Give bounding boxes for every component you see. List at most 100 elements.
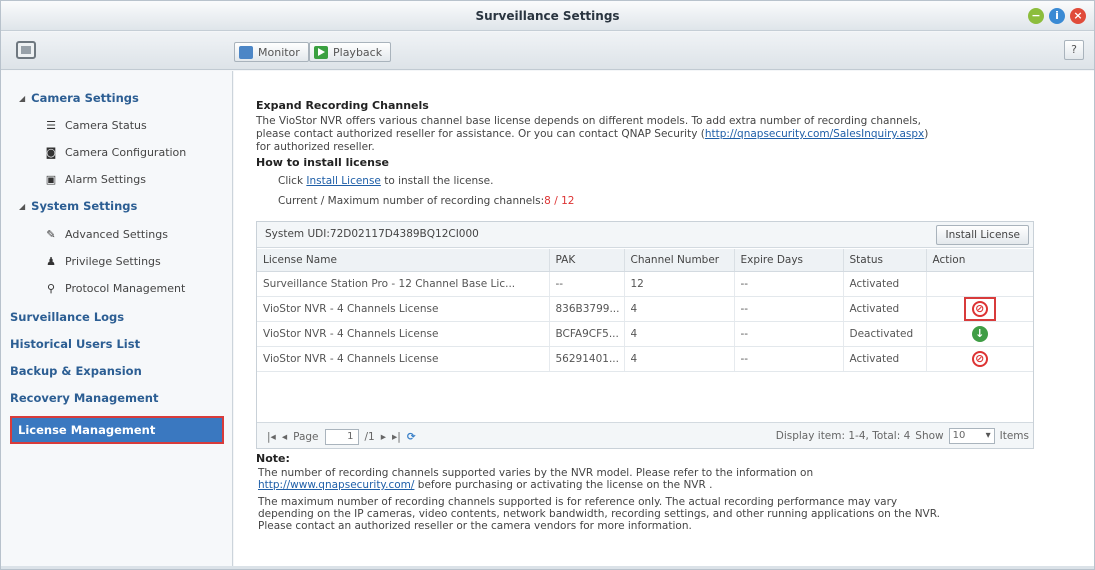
list-icon: ☰ [46, 118, 56, 132]
note-1-suffix: before purchasing or activating the lice… [414, 479, 713, 491]
note-2-line-3: Please contact an authorized reseller or… [258, 520, 692, 532]
pager-right: Display item: 1-4, Total: 4 Show 10 Item… [776, 428, 1029, 444]
action-cell: ↓ [926, 321, 1033, 347]
license-name-cell: VioStor NVR - 4 Channels License [257, 296, 550, 322]
intro-line-3: for authorized reseller. [256, 141, 375, 153]
sidebar-group-label: Camera Settings [31, 91, 139, 105]
column-pak[interactable]: PAK [549, 249, 625, 272]
table-row[interactable]: Surveillance Station Pro - 12 Channel Ba… [257, 271, 1033, 297]
sidebar-item-label: Privilege Settings [65, 255, 161, 268]
first-page-icon[interactable]: |◂ [267, 431, 276, 443]
intro-suffix: ) [924, 128, 929, 140]
minimize-icon[interactable]: − [1028, 8, 1044, 24]
pak-cell: BCFA9CF5... [549, 321, 625, 347]
column-status[interactable]: Status [843, 249, 927, 272]
intro-prefix: please contact authorized reseller for a… [256, 128, 705, 140]
column-expire-days[interactable]: Expire Days [734, 249, 844, 272]
intro-line-1: The VioStor NVR offers various channel b… [256, 115, 921, 127]
title-bar: Surveillance Settings − i × [1, 1, 1094, 31]
info-icon[interactable]: i [1049, 8, 1065, 24]
status-cell: Activated [843, 346, 927, 372]
action-highlight: ⊘ [963, 296, 996, 320]
channel-cell: 4 [624, 296, 735, 322]
show-label: Show [915, 430, 944, 442]
sidebar: ◢ Camera Settings ☰ Camera Status ◙ Came… [1, 71, 233, 569]
license-name-cell: VioStor NVR - 4 Channels License [257, 346, 550, 372]
alarm-icon: ▣ [45, 172, 57, 186]
refresh-icon[interactable]: ⟳ [407, 431, 416, 443]
status-cell: Activated [843, 296, 927, 322]
next-page-icon[interactable]: ▸ [381, 431, 386, 443]
sidebar-item-historical-users[interactable]: Historical Users List [10, 337, 140, 351]
sidebar-item-alarm-settings[interactable]: ▣ Alarm Settings [45, 173, 146, 186]
playback-label: Playback [333, 45, 383, 59]
pak-cell: 836B3799... [549, 296, 625, 322]
expand-heading: Expand Recording Channels [256, 99, 429, 112]
note-2-line-1: The maximum number of recording channels… [258, 496, 898, 508]
pagination-bar: |◂ ◂ Page 1 /1 ▸ ▸| ⟳ Display item: 1-4,… [257, 422, 1033, 448]
toolbar: Monitor Playback ? [1, 32, 1094, 70]
items-label: Items [999, 430, 1029, 442]
bottom-border [1, 566, 1094, 569]
page-total: /1 [364, 431, 375, 443]
page-label: Page [293, 431, 319, 443]
sidebar-item-protocol-management[interactable]: ⚲ Protocol Management [45, 282, 185, 295]
pak-cell: -- [549, 271, 625, 297]
current-channels: 8 [544, 195, 551, 207]
close-icon[interactable]: × [1070, 8, 1086, 24]
sidebar-item-privilege-settings[interactable]: ♟ Privilege Settings [45, 255, 161, 268]
install-license-button[interactable]: Install License [936, 225, 1029, 245]
action-cell: ⊘ [926, 296, 1033, 322]
sidebar-group-system-settings[interactable]: ◢ System Settings [19, 199, 137, 213]
table-row[interactable]: VioStor NVR - 4 Channels License BCFA9CF… [257, 321, 1033, 347]
sidebar-group-camera-settings[interactable]: ◢ Camera Settings [19, 91, 139, 105]
activate-icon[interactable]: ↓ [971, 325, 988, 342]
table-row[interactable]: VioStor NVR - 4 Channels License 5629140… [257, 346, 1033, 372]
surveillance-settings-window: Surveillance Settings − i × Monitor Play… [0, 0, 1095, 570]
window-title: Surveillance Settings [475, 9, 620, 23]
column-action[interactable]: Action [926, 249, 1033, 272]
last-page-icon[interactable]: ▸| [392, 431, 401, 443]
sidebar-item-camera-status[interactable]: ☰ Camera Status [45, 119, 147, 132]
sidebar-item-license-management[interactable]: License Management [10, 416, 224, 444]
column-channel-number[interactable]: Channel Number [624, 249, 735, 272]
column-license-name[interactable]: License Name [257, 249, 550, 272]
install-license-link[interactable]: Install License [306, 175, 381, 187]
license-name-cell: VioStor NVR - 4 Channels License [257, 321, 550, 347]
sidebar-item-label: Protocol Management [65, 282, 186, 295]
menu-toggle-icon[interactable] [16, 41, 36, 59]
playback-icon [314, 45, 328, 59]
max-channels: 12 [561, 195, 575, 207]
window-controls: − i × [1028, 8, 1086, 24]
help-button[interactable]: ? [1064, 40, 1084, 60]
sidebar-item-backup-expansion[interactable]: Backup & Expansion [10, 364, 142, 378]
prev-page-icon[interactable]: ◂ [282, 431, 287, 443]
qnap-security-link[interactable]: http://www.qnapsecurity.com/ [258, 479, 414, 491]
note-2-line-2: depending on the IP cameras, video conte… [258, 508, 940, 520]
sidebar-item-camera-configuration[interactable]: ◙ Camera Configuration [45, 146, 187, 159]
collapse-triangle-icon: ◢ [19, 201, 26, 211]
sidebar-item-surveillance-logs[interactable]: Surveillance Logs [10, 310, 124, 324]
collapse-triangle-icon: ◢ [19, 93, 26, 103]
action-cell [926, 271, 1033, 297]
sales-inquiry-link[interactable]: http://qnapsecurity.com/SalesInquiry.asp… [705, 128, 924, 140]
deactivate-icon[interactable]: ⊘ [971, 300, 988, 317]
table-row[interactable]: VioStor NVR - 4 Channels License 836B379… [257, 296, 1033, 322]
note-heading: Note: [256, 452, 290, 465]
page-number-input[interactable]: 1 [324, 429, 359, 445]
monitor-button[interactable]: Monitor [234, 42, 309, 62]
install-instruction: Click Install License to install the lic… [278, 175, 493, 187]
items-per-page-select[interactable]: 10 [948, 428, 995, 444]
display-info: Display item: 1-4, Total: 4 [775, 430, 911, 442]
channel-count: Current / Maximum number of recording ch… [278, 195, 574, 207]
playback-button[interactable]: Playback [309, 42, 392, 62]
deactivate-icon[interactable]: ⊘ [971, 350, 988, 367]
channel-cell: 4 [624, 346, 735, 372]
sidebar-item-advanced-settings[interactable]: ✎ Advanced Settings [45, 228, 168, 241]
system-udi: System UDI:72D02117D4389BQ12CI000 [265, 228, 479, 240]
wrench-icon: ✎ [46, 227, 56, 241]
channel-cell: 12 [624, 271, 735, 297]
status-cell: Activated [843, 271, 927, 297]
sidebar-item-recovery-management[interactable]: Recovery Management [10, 391, 159, 405]
network-icon: ⚲ [46, 281, 56, 295]
